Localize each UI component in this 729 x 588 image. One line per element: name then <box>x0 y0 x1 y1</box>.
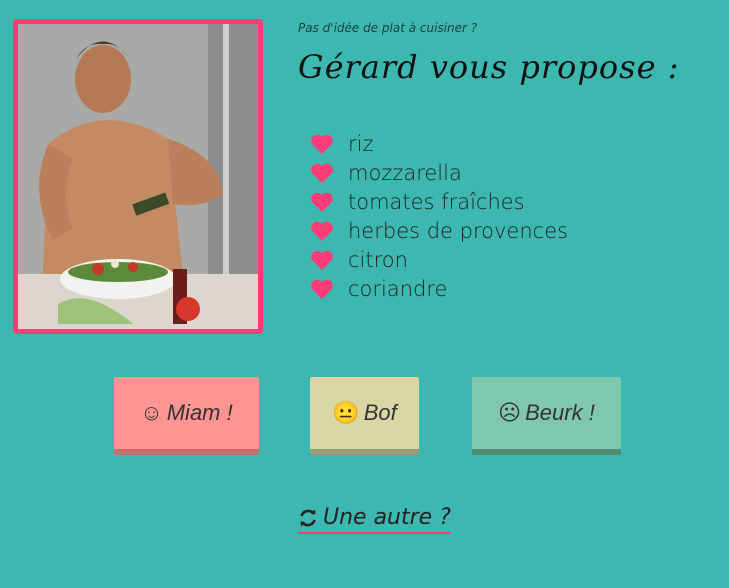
beurk-label: Beurk ! <box>525 400 595 425</box>
list-item: herbes de provences <box>310 216 568 245</box>
ingredient-label: mozzarella <box>348 160 462 185</box>
bof-button[interactable]: 😐 Bof <box>310 377 419 455</box>
beurk-button[interactable]: ☹ Beurk ! <box>472 377 621 455</box>
ingredient-label: riz <box>348 131 374 156</box>
heart-icon <box>311 221 333 241</box>
ingredient-list: riz mozzarella tomates fraîches herbes d… <box>310 129 568 303</box>
another-link[interactable]: Une autre ? <box>298 505 451 534</box>
smile-icon: ☺ <box>140 400 163 425</box>
refresh-icon <box>300 509 316 526</box>
page-title: Gérard vous propose : <box>298 48 680 86</box>
ingredient-label: tomates fraîches <box>348 189 525 214</box>
list-item: riz <box>310 129 568 158</box>
heart-icon <box>311 279 333 299</box>
heart-icon <box>311 192 333 212</box>
tagline: Pas d'idée de plat à cuisiner ? <box>298 21 478 35</box>
heart-icon <box>311 134 333 154</box>
neutral-face-icon: 😐 <box>332 400 360 425</box>
frown-icon: ☹ <box>498 400 522 425</box>
miam-button[interactable]: ☺ Miam ! <box>114 377 259 455</box>
list-item: tomates fraîches <box>310 187 568 216</box>
ingredient-label: coriandre <box>348 276 448 301</box>
miam-label: Miam ! <box>166 400 233 425</box>
ingredient-label: herbes de provences <box>348 218 569 243</box>
list-item: citron <box>310 245 568 274</box>
list-item: mozzarella <box>310 158 568 187</box>
chef-photo <box>13 19 263 334</box>
bof-label: Bof <box>363 400 397 425</box>
heart-icon <box>311 163 333 183</box>
ingredient-label: citron <box>348 247 408 272</box>
another-label: Une autre ? <box>323 505 451 530</box>
heart-icon <box>311 250 333 270</box>
list-item: coriandre <box>310 274 568 303</box>
